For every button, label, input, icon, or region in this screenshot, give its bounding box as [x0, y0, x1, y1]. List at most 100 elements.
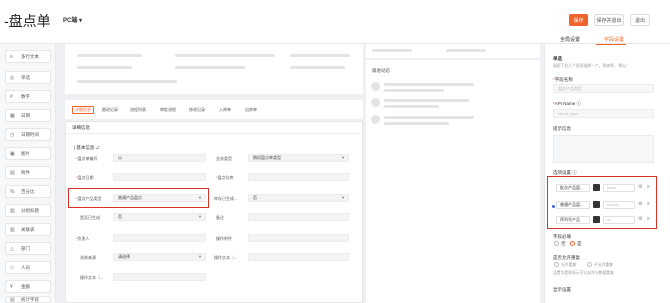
tab-change-log[interactable]: 修改记录: [189, 106, 205, 114]
sidebar-item-image[interactable]: ▣ 图片: [5, 147, 51, 160]
save-button[interactable]: 保存: [569, 14, 588, 26]
tab-approval[interactable]: 审批流程: [160, 106, 176, 114]
sidebar-item-label: 图片: [21, 151, 30, 156]
drag-handle-icon[interactable]: ≡: [647, 216, 650, 222]
option-label-input[interactable]: 批次产品盘...: [556, 184, 590, 192]
placeholder-line: [175, 66, 245, 69]
sidebar-item-person[interactable]: ⚇ 人员: [5, 261, 51, 274]
color-swatch[interactable]: [593, 201, 600, 208]
required-label: 字段必填: [553, 234, 571, 239]
platform-selector[interactable]: PC端 ▾: [63, 15, 82, 24]
settings-icon[interactable]: ⚙: [638, 201, 642, 207]
component-sidebar: ≡ 多行文本 ◎ 单选 # 数字 ▦ 日期 ◷ 日期时间 ▣ 图片 ▤ 附件 % 百分比 ▥ 分组…: [0, 44, 56, 303]
field-name-label: *字段名称: [553, 77, 573, 82]
sidebar-item-percent[interactable]: % 百分比: [5, 185, 51, 198]
settings-icon[interactable]: ⚙: [638, 184, 642, 190]
tab-details[interactable]: 详细信息: [72, 106, 94, 114]
code-field[interactable]: 以: [113, 154, 206, 162]
required-yes-radio[interactable]: [570, 241, 575, 246]
sidebar-item-single-choice[interactable]: ◎ 单选: [5, 71, 51, 84]
table-icon: ▥: [10, 227, 15, 233]
api-name-input[interactable]: check_type: [553, 109, 654, 118]
sidebar-item-department[interactable]: △ 部门: [5, 242, 51, 255]
color-swatch[interactable]: [593, 184, 600, 191]
deny-duplicate-radio[interactable]: [587, 262, 592, 267]
person-field[interactable]: [113, 234, 206, 242]
percent-icon: %: [10, 189, 15, 195]
multiline-text-icon: ≡: [10, 54, 13, 60]
sidebar-item-group-title[interactable]: ▥ 分组标题: [5, 204, 51, 217]
attachment-label: 操作附件: [216, 236, 232, 241]
ext2-field[interactable]: [113, 273, 206, 281]
app-title: -盘点单: [4, 13, 51, 29]
color-swatch[interactable]: [593, 216, 600, 223]
sidebar-item-attachment[interactable]: ▤ 附件: [5, 166, 51, 179]
avatar-placeholder: [371, 82, 380, 91]
sidebar-item-label: 日期: [21, 113, 30, 118]
source-value: 请选择: [118, 254, 130, 259]
tab-global-settings[interactable]: 全局设置: [560, 36, 580, 43]
field-name-input[interactable]: 盘点产品类型: [553, 84, 654, 93]
option-value-input[interactable]: batch: [603, 184, 635, 192]
money-icon: ¥: [10, 284, 13, 290]
detail-form: 详细信息 | 基本信息 ∠: [65, 121, 363, 303]
sidebar-item-label: 关联表: [21, 227, 35, 232]
radio-icon: ◎: [10, 75, 15, 81]
date-field[interactable]: [113, 173, 206, 181]
activity-section-title: 跟进动态: [372, 68, 390, 73]
person-label: *负责人: [76, 236, 90, 241]
group-icon: ▥: [10, 208, 15, 214]
date-label: *盘点日期: [76, 175, 94, 180]
warehouse-field[interactable]: [248, 173, 349, 181]
sidebar-item-date[interactable]: ▦ 日期: [5, 109, 51, 122]
inventory-generated-label: 库存已生成...: [214, 196, 238, 201]
business-type-select[interactable]: 期初盘点单类型 ▼: [248, 154, 349, 162]
tab-field-settings[interactable]: 字段设置: [604, 36, 624, 43]
attachment-field[interactable]: [248, 234, 349, 242]
tab-inbound[interactable]: 入库单: [219, 106, 231, 114]
tab-followup[interactable]: 跟进记录: [102, 106, 118, 114]
sidebar-item-amount[interactable]: ¥ 金额: [5, 280, 51, 293]
exit-button[interactable]: 退出: [630, 14, 650, 26]
sidebar-item-label: 单选: [21, 75, 30, 80]
option-value-input[interactable]: normal: [603, 201, 635, 209]
sidebar-item-number[interactable]: # 数字: [5, 90, 51, 103]
placeholder-line: [384, 105, 439, 108]
sidebar-item-datetime[interactable]: ◷ 日期时间: [5, 128, 51, 141]
source-select[interactable]: 请选择 ▼: [113, 253, 206, 261]
placeholder-line: [290, 66, 345, 69]
placeholder-line: [384, 122, 449, 125]
drag-handle-icon[interactable]: ≡: [647, 201, 650, 207]
sidebar-item-related-table[interactable]: ▥ 关联表: [5, 223, 51, 236]
sidebar-item-label: 部门: [21, 246, 30, 251]
save-and-exit-button[interactable]: 保存并退出: [594, 14, 624, 26]
required-no-radio[interactable]: [554, 241, 559, 246]
sidebar-item-label: 日期时间: [21, 132, 39, 137]
inventory-generated-select[interactable]: 否 ▼: [248, 194, 349, 202]
placeholder-line: [446, 49, 486, 52]
required-yes-label: 是: [577, 241, 582, 246]
option-label-input[interactable]: 普通产品盘...: [556, 201, 590, 209]
settings-icon[interactable]: ⚙: [638, 216, 642, 222]
allow-duplicate-label: 允许重复: [561, 263, 577, 267]
sidebar-item-stat-field[interactable]: ▤ 统计字段: [5, 296, 51, 303]
option-label-input[interactable]: 序列号产品: [556, 216, 590, 224]
drag-handle-icon[interactable]: ≡: [647, 184, 650, 190]
tab-outbound[interactable]: 出库单: [245, 106, 257, 114]
ledger-generated-select[interactable]: 否 ▼: [113, 213, 206, 221]
hint-textarea[interactable]: [553, 135, 654, 163]
avatar-placeholder: [371, 115, 380, 124]
chevron-down-icon: ▼: [341, 155, 345, 160]
image-icon: ▣: [10, 151, 15, 157]
remark-field[interactable]: [248, 213, 349, 221]
tab-process-list[interactable]: 流程列表: [130, 106, 146, 114]
placeholder-line: [77, 54, 142, 57]
sidebar-item-multiline-text[interactable]: ≡ 多行文本: [5, 50, 51, 63]
summary-card: [65, 44, 363, 94]
option-value-input[interactable]: sn: [603, 216, 635, 224]
ext1-field[interactable]: [248, 253, 349, 261]
source-label: 关联来源: [80, 255, 96, 260]
person-icon: ⚇: [10, 265, 15, 271]
allow-duplicate-radio[interactable]: [554, 262, 559, 267]
ledger-generated-value: 否: [118, 214, 122, 219]
